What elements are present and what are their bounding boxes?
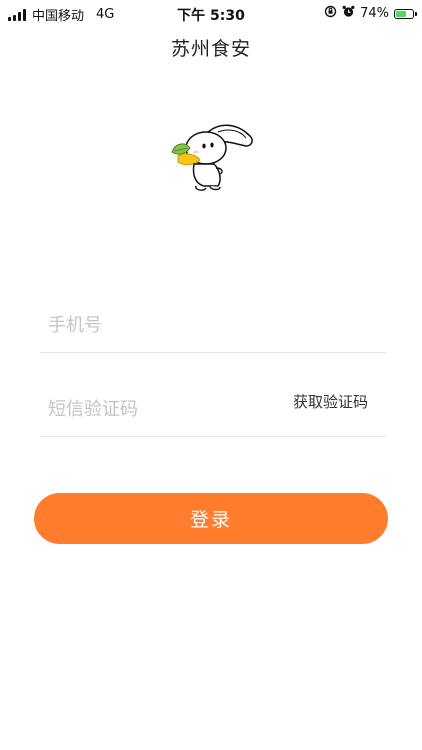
- page-title: 苏州食安: [170, 38, 251, 60]
- battery-icon: [394, 8, 417, 19]
- sms-code-input[interactable]: [48, 394, 268, 424]
- battery-percentage: 74%: [360, 6, 389, 21]
- battery-level-fill: [396, 10, 406, 17]
- status-bar: 中国移动 4G 下午 5:30 74%: [0, 0, 422, 26]
- sms-code-field: 获取验证码: [40, 384, 386, 437]
- rabbit-mascot-icon: [166, 118, 258, 194]
- login-button[interactable]: 登录: [34, 493, 388, 544]
- orientation-lock-icon: [324, 5, 337, 22]
- alarm-clock-icon: [342, 5, 355, 22]
- get-code-button[interactable]: 获取验证码: [293, 391, 368, 412]
- status-bar-right: 74%: [324, 5, 417, 22]
- phone-field: [40, 300, 386, 353]
- phone-input[interactable]: [48, 310, 268, 340]
